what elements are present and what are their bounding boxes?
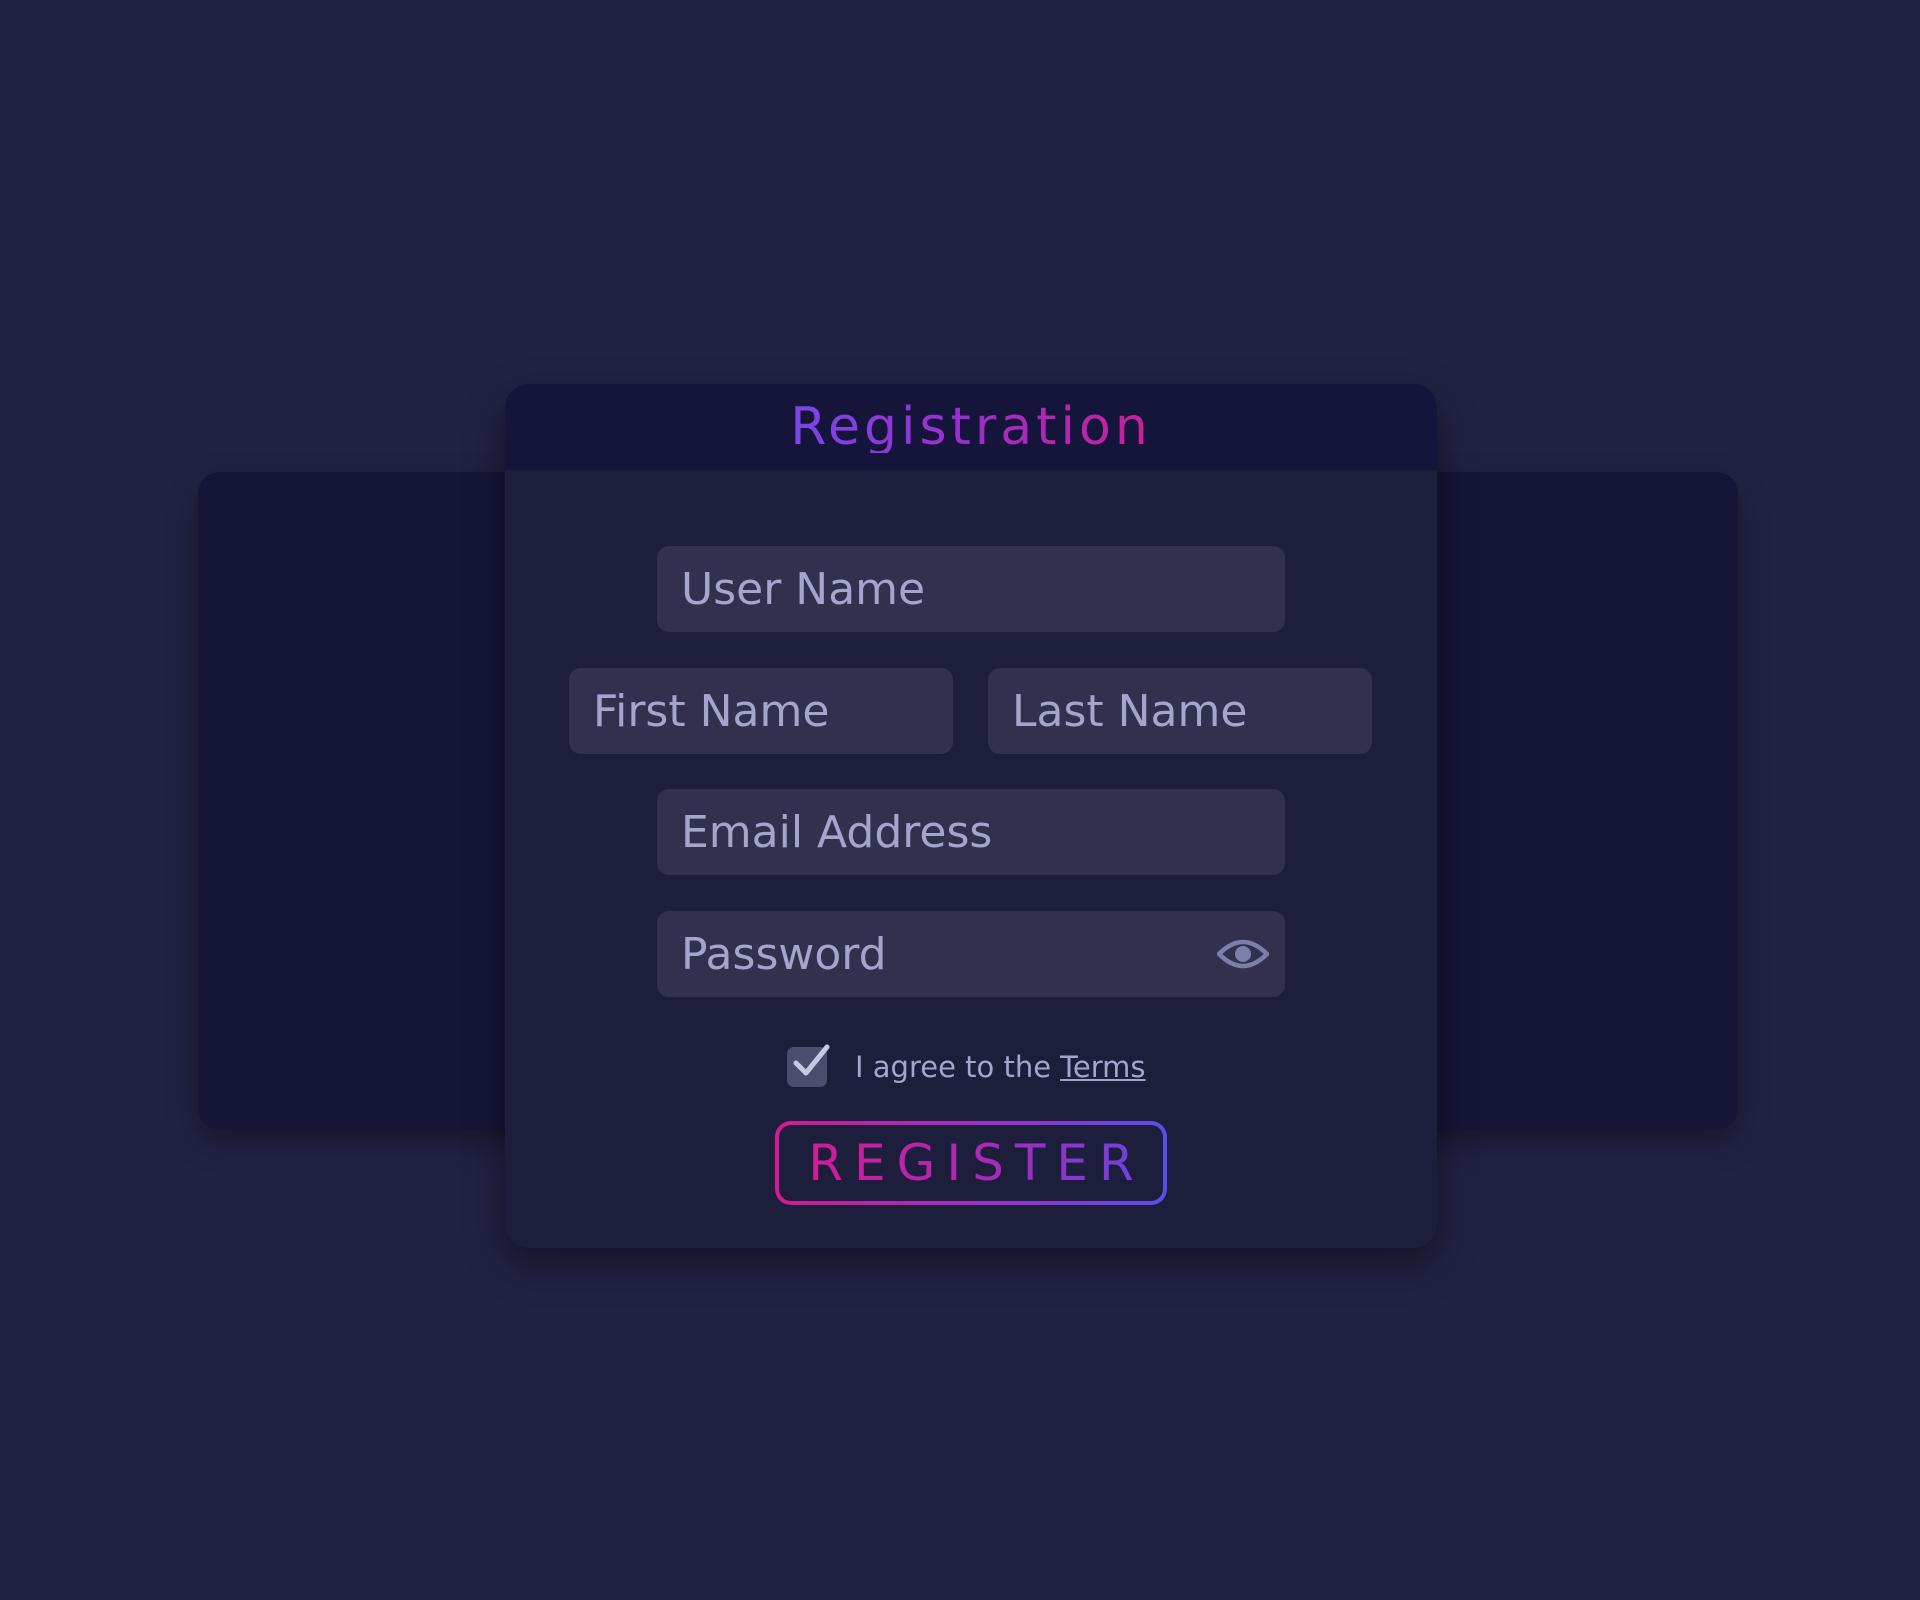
last-name-input[interactable]	[1012, 685, 1348, 737]
terms-link[interactable]: Terms	[1060, 1050, 1145, 1084]
register-button-label: REGISTER	[797, 1138, 1144, 1188]
first-name-input[interactable]	[593, 685, 929, 737]
password-field[interactable]	[657, 911, 1285, 997]
register-button-frame[interactable]: REGISTER	[775, 1121, 1167, 1205]
terms-checkbox[interactable]	[787, 1044, 830, 1087]
terms-text: I agree to the	[855, 1050, 1052, 1084]
email-field[interactable]	[657, 789, 1285, 875]
terms-label: I agree to the Terms	[855, 1050, 1145, 1084]
card-header: Registration	[505, 384, 1437, 470]
eye-icon[interactable]	[1217, 931, 1269, 977]
username-field[interactable]	[657, 546, 1285, 632]
username-input[interactable]	[681, 563, 1261, 615]
register-button[interactable]: REGISTER	[779, 1125, 1163, 1201]
checkmark-icon	[793, 1044, 830, 1076]
password-input[interactable]	[681, 928, 1201, 980]
email-input[interactable]	[681, 806, 1261, 858]
eye-icon-graphic	[1217, 939, 1269, 969]
registration-card: Registration I agree to theTerms	[505, 384, 1437, 1248]
last-name-field[interactable]	[988, 668, 1372, 754]
terms-agreement: I agree to the Terms	[787, 1044, 1145, 1088]
first-name-field[interactable]	[569, 668, 953, 754]
form-title: Registration	[790, 397, 1152, 457]
